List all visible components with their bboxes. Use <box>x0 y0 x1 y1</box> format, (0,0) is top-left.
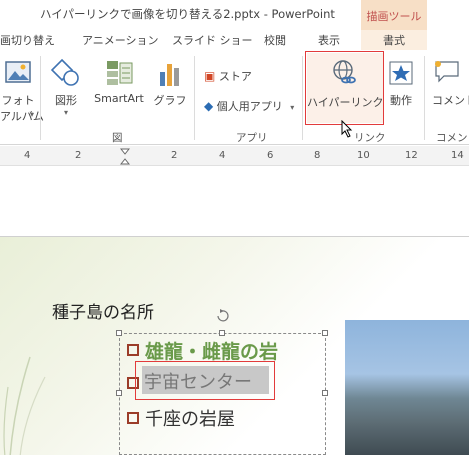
title-bar: ハイパーリンクで画像を切り替える2.pptx - PowerPoint 描画ツー… <box>0 0 469 30</box>
photo-album-icon <box>5 61 31 83</box>
action-button[interactable]: 動作 <box>386 58 416 108</box>
mouse-cursor-icon <box>341 120 353 138</box>
store-label: ストア <box>218 70 252 83</box>
tab-slideshow[interactable]: スライド ショー <box>172 32 253 48</box>
bullet-marker <box>127 344 139 356</box>
smartart-icon <box>107 61 133 85</box>
window-title: ハイパーリンクで画像を切り替える2.pptx - PowerPoint <box>40 7 335 21</box>
shapes-icon <box>50 58 79 86</box>
resize-handle[interactable] <box>219 330 225 336</box>
drawing-tools-label: 描画ツール <box>366 10 422 23</box>
group-separator <box>424 56 425 140</box>
store-button[interactable]: ▣ ストア <box>204 68 252 84</box>
shapes-label: 図形 <box>55 94 77 107</box>
tab-view[interactable]: 表示 <box>318 32 340 48</box>
ruler-label: 4 <box>219 150 226 161</box>
personal-apps-label: 個人用アプリ <box>216 100 283 113</box>
tab-animations[interactable]: アニメーション <box>82 32 159 48</box>
resize-handle[interactable] <box>322 390 328 396</box>
indent-marker-icon[interactable] <box>120 148 130 166</box>
photo-album-label-1: フォト <box>1 94 35 107</box>
chart-button[interactable]: グラフ <box>152 58 188 108</box>
ruler-label: 10 <box>357 150 370 161</box>
group-separator <box>40 56 41 140</box>
bullet-item-3[interactable]: 千座の岩屋 <box>145 405 235 431</box>
smartart-label: SmartArt <box>94 92 144 105</box>
photo-album-dropdown-icon[interactable]: ▾ <box>30 110 34 119</box>
chart-icon <box>160 64 179 86</box>
resize-handle[interactable] <box>116 330 122 336</box>
comment-button[interactable]: コメント <box>432 58 469 108</box>
ruler-label: 12 <box>405 150 418 161</box>
group-label-links: リンク <box>354 132 386 144</box>
slide-photo[interactable] <box>345 320 469 455</box>
tab-transitions[interactable]: 画切り替え <box>0 32 55 48</box>
comment-label: コメント <box>432 94 469 107</box>
group-label-apps: アプリ <box>236 132 268 144</box>
bullet-item-1[interactable]: 雄龍・雌龍の岩 <box>145 337 278 364</box>
personal-apps-icon: ◆ <box>204 99 214 113</box>
ruler-label: 8 <box>314 150 321 161</box>
group-label-comments: コメント <box>436 132 469 144</box>
store-icon: ▣ <box>204 69 216 83</box>
ruler-label: 2 <box>171 150 178 161</box>
ruler-label: 14 <box>451 150 464 161</box>
ribbon: フォト アルバム ▾ 図形 ▾ SmartArt グラフ 図 ▣ ストア ◆ 個… <box>0 50 469 145</box>
ruler-label: 2 <box>75 150 82 161</box>
shapes-button[interactable]: 図形 ▾ <box>48 58 84 117</box>
hyperlink-highlight <box>305 51 384 125</box>
decorative-grass <box>3 356 46 455</box>
group-label-illustration: 図 <box>112 132 123 144</box>
comment-icon <box>435 61 459 83</box>
drawing-tools-context: 描画ツール <box>361 0 427 30</box>
ruler-label: 6 <box>267 150 274 161</box>
tab-review[interactable]: 校閲 <box>264 32 286 48</box>
slide-title[interactable]: 種子島の名所 <box>52 298 154 323</box>
editor-canvas-background <box>0 167 469 235</box>
rotate-handle-icon[interactable] <box>215 308 229 322</box>
personal-apps-button[interactable]: ◆ 個人用アプリ ▾ <box>204 98 294 114</box>
ruler-label: 4 <box>24 150 31 161</box>
personal-apps-dropdown-icon: ▾ <box>290 103 295 112</box>
chart-label: グラフ <box>153 94 187 107</box>
tab-format[interactable]: 書式 <box>361 30 427 50</box>
group-separator <box>194 56 195 140</box>
horizontal-ruler: 4 2 2 4 6 8 10 12 14 <box>0 146 469 166</box>
bullet-marker <box>127 412 139 424</box>
group-separator <box>302 56 303 140</box>
action-label: 動作 <box>390 94 412 107</box>
selection-highlight <box>135 361 275 400</box>
ribbon-tabs: 画切り替え アニメーション スライド ショー 校閲 表示 書式 <box>0 30 469 50</box>
action-star-icon <box>389 61 413 85</box>
shapes-dropdown-icon: ▾ <box>63 108 68 117</box>
resize-handle[interactable] <box>322 330 328 336</box>
resize-handle[interactable] <box>116 390 122 396</box>
smartart-button[interactable]: SmartArt <box>90 58 148 105</box>
